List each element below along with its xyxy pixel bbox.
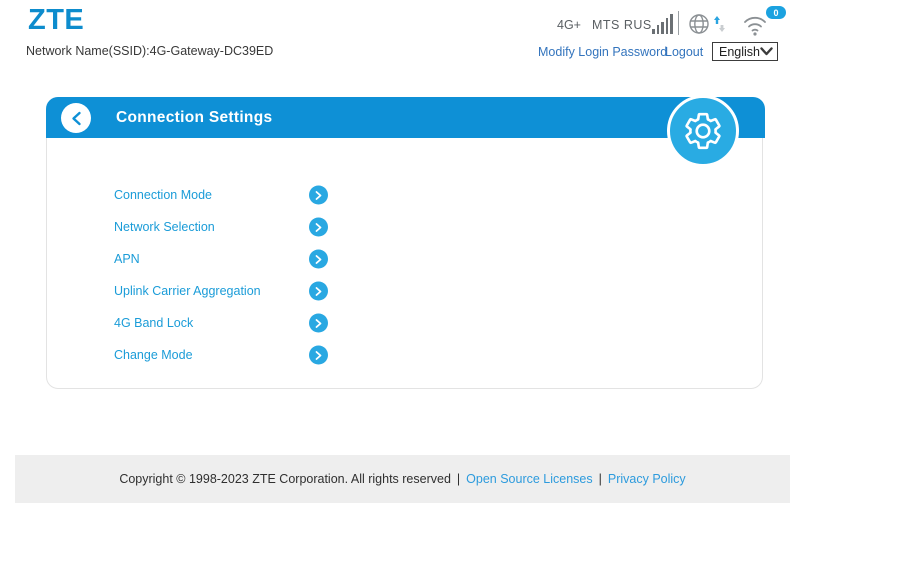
open-source-licenses-link[interactable]: Open Source Licenses [466, 472, 592, 486]
wifi-client-count-badge: 0 [766, 6, 786, 19]
modify-login-password-link[interactable]: Modify Login Password [538, 45, 667, 59]
panel-title: Connection Settings [116, 109, 272, 127]
connection-settings-panel: Connection Settings Connection Mode Netw… [46, 97, 763, 389]
gear-icon [682, 110, 724, 152]
upload-arrow-icon [714, 16, 720, 24]
menu-row-apn: APN [47, 243, 762, 275]
menu-link-change-mode[interactable]: Change Mode [114, 348, 193, 362]
menu-link-connection-mode[interactable]: Connection Mode [114, 188, 212, 202]
footer-separator: | [451, 472, 466, 486]
menu-row-4g-band-lock: 4G Band Lock [47, 307, 762, 339]
signal-strength-icon [652, 13, 674, 34]
footer-separator: | [593, 472, 608, 486]
network-ssid-label: Network Name(SSID):4G-Gateway-DC39ED [26, 44, 273, 58]
language-select-value: English [719, 45, 760, 59]
chevron-right-button[interactable] [309, 250, 328, 269]
chevron-right-button[interactable] [309, 282, 328, 301]
settings-menu: Connection Mode Network Selection APN [47, 179, 762, 371]
chevron-right-icon [315, 222, 322, 232]
chevron-down-icon [760, 47, 773, 56]
menu-link-4g-band-lock[interactable]: 4G Band Lock [114, 316, 193, 330]
footer: Copyright © 1998-2023 ZTE Corporation. A… [15, 455, 790, 503]
menu-row-change-mode: Change Mode [47, 339, 762, 371]
menu-link-apn[interactable]: APN [114, 252, 140, 266]
copyright-text: Copyright © 1998-2023 ZTE Corporation. A… [119, 472, 451, 486]
chevron-right-button[interactable] [309, 218, 328, 237]
chevron-right-icon [315, 318, 322, 328]
chevron-right-icon [315, 190, 322, 200]
network-type-label: 4G+ [557, 18, 581, 32]
download-arrow-icon [719, 25, 725, 32]
wan-traffic-icon [688, 12, 726, 36]
menu-row-network-selection: Network Selection [47, 211, 762, 243]
chevron-right-button[interactable] [309, 186, 328, 205]
chevron-right-icon [315, 286, 322, 296]
logout-link[interactable]: Logout [665, 45, 703, 59]
menu-row-connection-mode: Connection Mode [47, 179, 762, 211]
page: ZTE Network Name(SSID):4G-Gateway-DC39ED… [0, 0, 900, 577]
chevron-left-icon [71, 111, 82, 126]
language-select[interactable]: English [712, 42, 778, 61]
chevron-right-icon [315, 350, 322, 360]
carrier-label: MTS RUS [592, 18, 652, 32]
wifi-status-icon: 0 [742, 8, 786, 38]
privacy-policy-link[interactable]: Privacy Policy [608, 472, 686, 486]
menu-link-uplink-carrier-aggregation[interactable]: Uplink Carrier Aggregation [114, 284, 261, 298]
chevron-right-button[interactable] [309, 346, 328, 365]
menu-link-network-selection[interactable]: Network Selection [114, 220, 215, 234]
settings-gear-button[interactable] [667, 95, 739, 167]
chevron-right-icon [315, 254, 322, 264]
chevron-right-button[interactable] [309, 314, 328, 333]
zte-logo: ZTE [28, 4, 84, 37]
back-button[interactable] [61, 103, 91, 133]
status-divider [678, 11, 679, 35]
menu-row-uplink-carrier-aggregation: Uplink Carrier Aggregation [47, 275, 762, 307]
